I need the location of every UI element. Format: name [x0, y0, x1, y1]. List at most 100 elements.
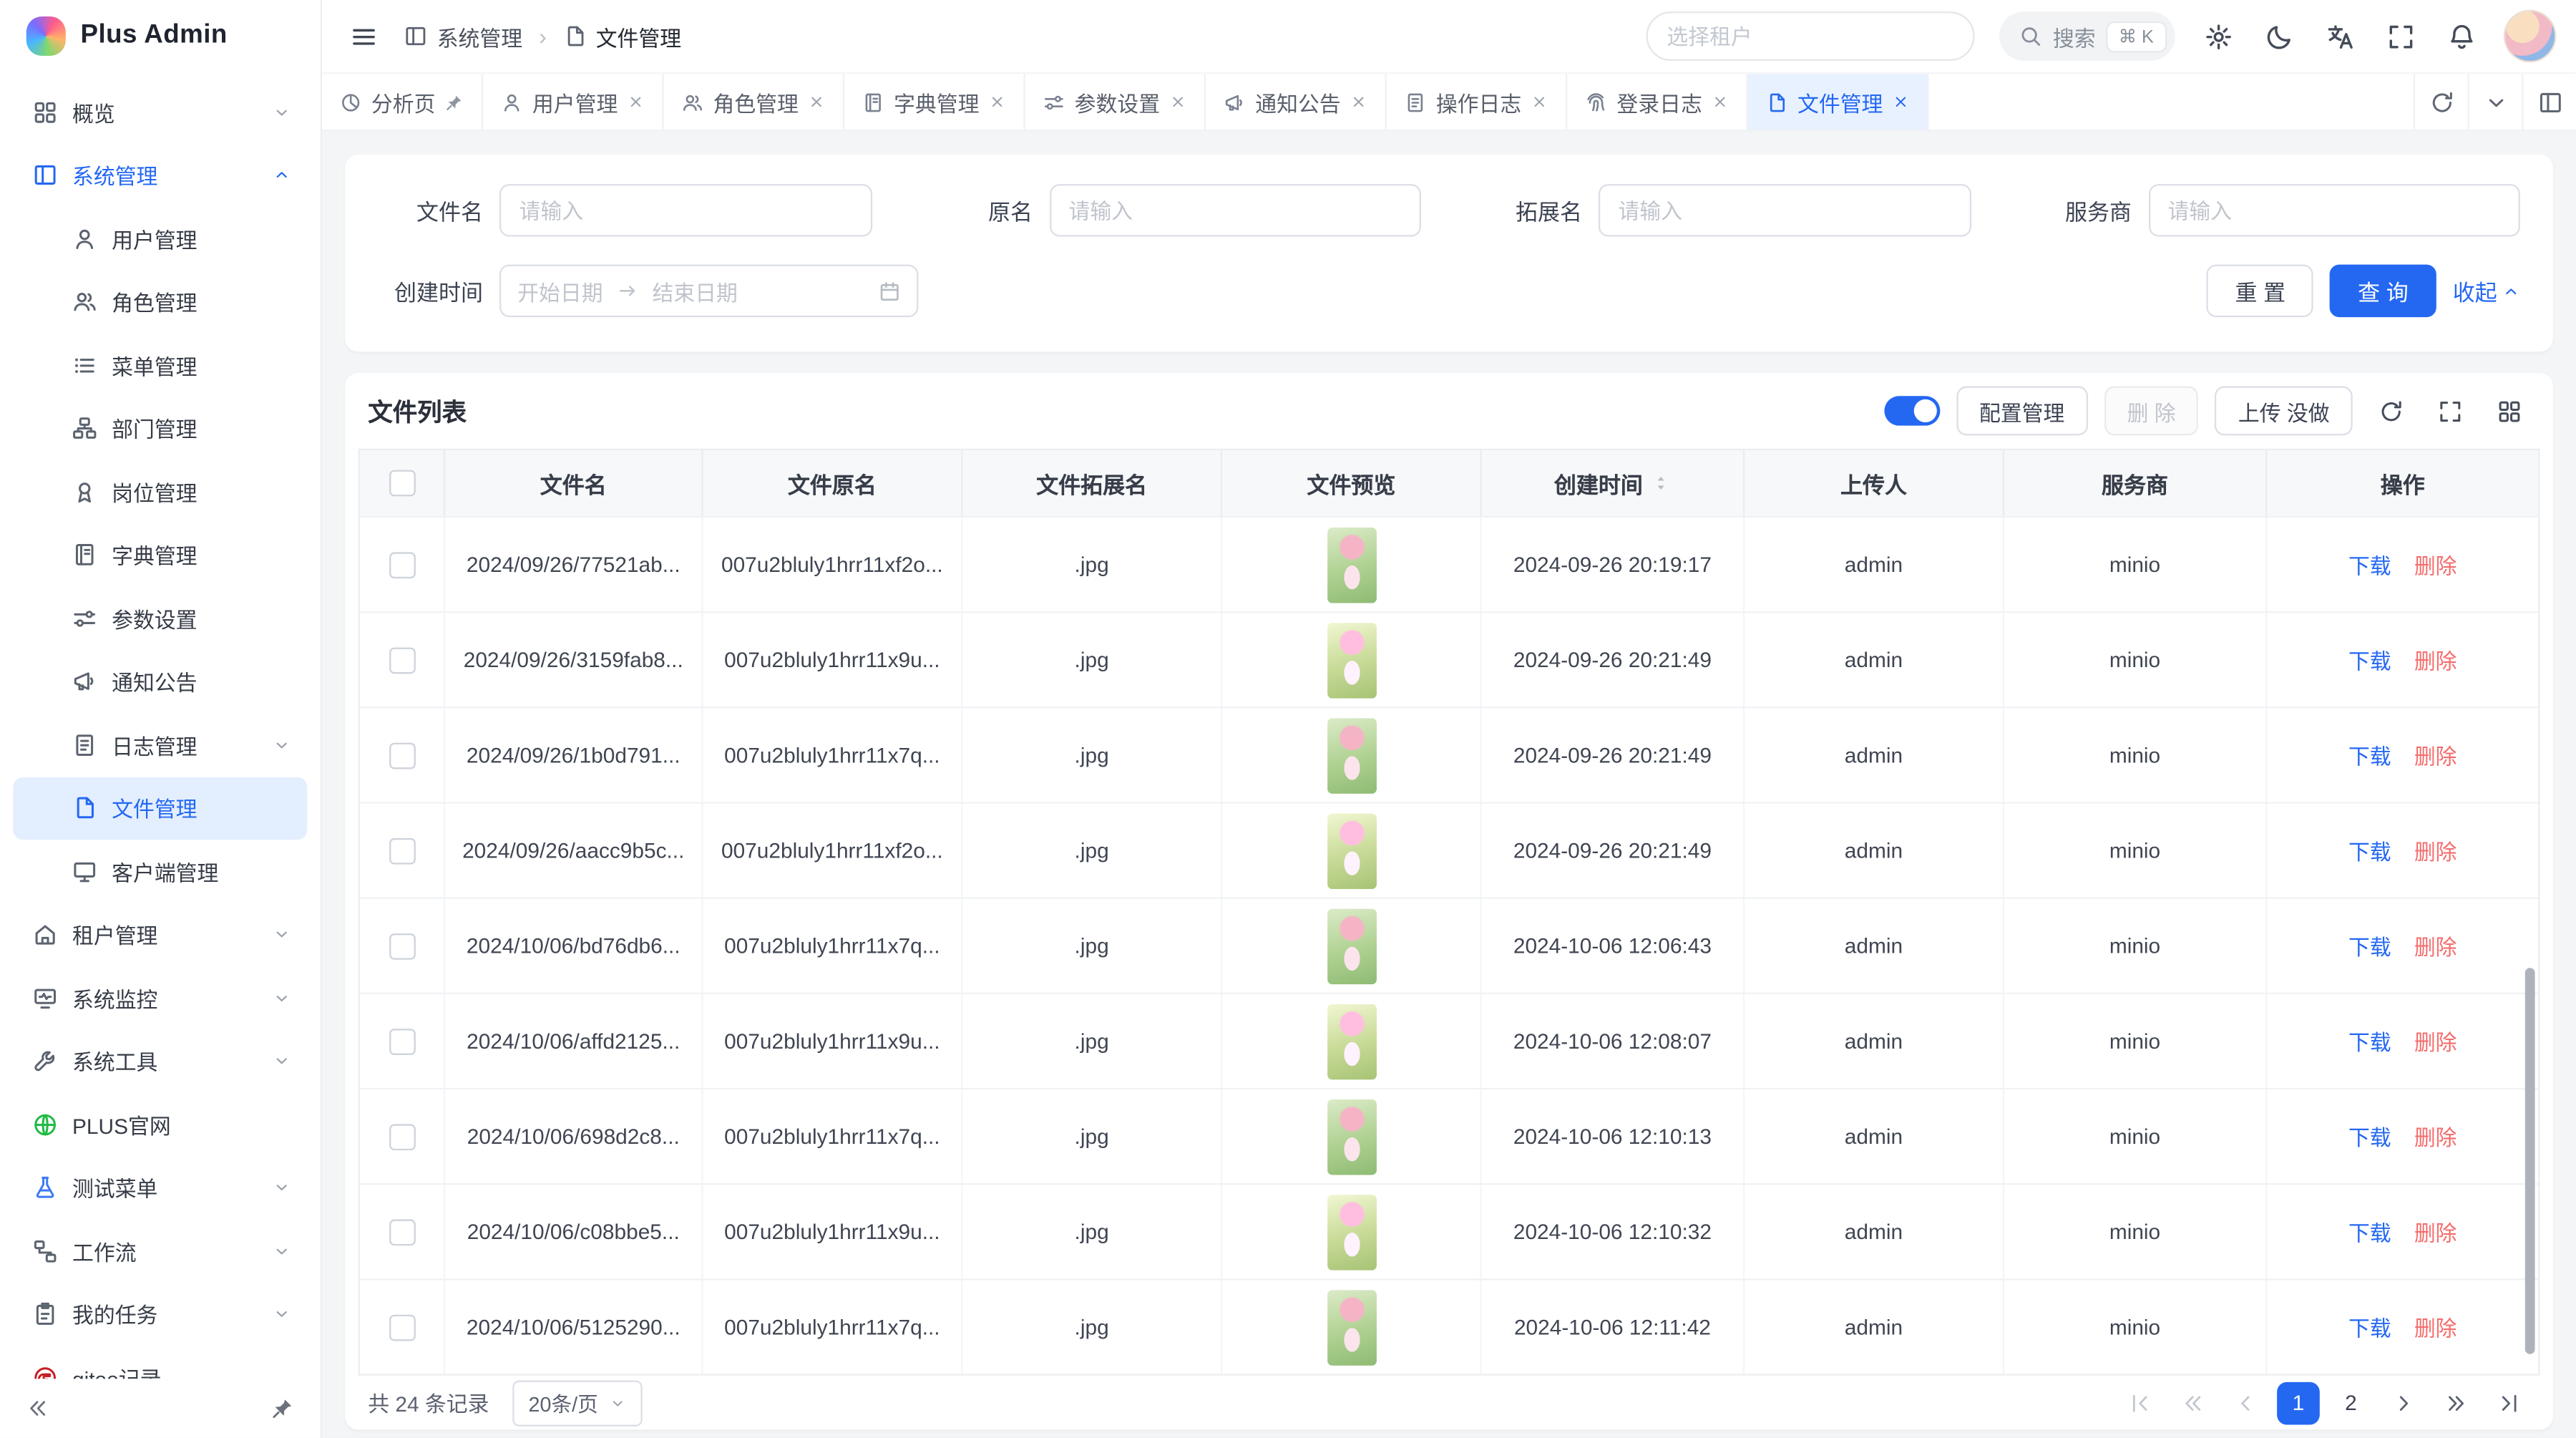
global-search-button[interactable]: 搜索 ⌘ K — [1999, 11, 2175, 61]
pin-sidebar-button[interactable] — [265, 1390, 301, 1427]
column-header[interactable]: 创建时间 — [1482, 450, 1745, 516]
delete-link[interactable]: 删除 — [2414, 835, 2457, 866]
date-range-input[interactable]: 开始日期 结束日期 — [499, 265, 918, 317]
column-header[interactable]: 服务商 — [2004, 450, 2267, 516]
table-fullscreen-button[interactable] — [2428, 389, 2471, 432]
sidebar-item[interactable]: 部门管理 — [13, 397, 307, 460]
prev-pages-button[interactable] — [2172, 1381, 2215, 1424]
app-logo[interactable]: Plus Admin — [0, 0, 321, 72]
next-page-button[interactable] — [2382, 1381, 2425, 1424]
download-link[interactable]: 下载 — [2348, 930, 2391, 961]
tenant-select-input[interactable] — [1646, 11, 1974, 61]
file-preview-thumbnail[interactable] — [1327, 1194, 1376, 1270]
sidebar-item[interactable]: 文件管理 — [13, 777, 307, 840]
refresh-page-button[interactable] — [2414, 74, 2468, 130]
tab-close-icon[interactable] — [1893, 94, 1909, 110]
tab[interactable]: 角色管理 — [664, 74, 845, 130]
tab[interactable]: 参数设置 — [1025, 74, 1206, 130]
sidebar-item[interactable]: 角色管理 — [13, 271, 307, 334]
download-link[interactable]: 下载 — [2348, 835, 2391, 866]
batch-delete-button[interactable]: 删 除 — [2104, 387, 2198, 436]
sidebar-item[interactable]: 工作流 — [13, 1220, 307, 1283]
page-size-select[interactable]: 20条/页 — [512, 1379, 643, 1425]
download-link[interactable]: 下载 — [2348, 1216, 2391, 1248]
delete-link[interactable]: 删除 — [2414, 1026, 2457, 1057]
reset-button[interactable]: 重 置 — [2207, 265, 2313, 317]
row-checkbox[interactable] — [389, 1218, 415, 1245]
language-button[interactable] — [2321, 18, 2358, 54]
tab[interactable]: 字典管理 — [844, 74, 1025, 130]
sidebar-item[interactable]: 客户端管理 — [13, 840, 307, 903]
notifications-button[interactable] — [2443, 18, 2479, 54]
column-header[interactable]: 上传人 — [1745, 450, 2004, 516]
select-all-checkbox[interactable] — [389, 470, 415, 497]
upload-button[interactable]: 上传 没做 — [2215, 387, 2353, 436]
row-checkbox[interactable] — [389, 1314, 415, 1341]
row-checkbox[interactable] — [389, 646, 415, 673]
row-checkbox[interactable] — [389, 742, 415, 769]
next-pages-button[interactable] — [2435, 1381, 2478, 1424]
column-header[interactable]: 文件名 — [445, 450, 703, 516]
column-header[interactable]: 文件原名 — [703, 450, 963, 516]
refresh-table-button[interactable] — [2369, 389, 2412, 432]
file-preview-thumbnail[interactable] — [1327, 622, 1376, 698]
page-number-button[interactable]: 2 — [2330, 1381, 2373, 1424]
tab-close-icon[interactable] — [989, 94, 1005, 110]
sidebar-item[interactable]: 我的任务 — [13, 1283, 307, 1346]
sidebar-item[interactable]: 系统工具 — [13, 1029, 307, 1092]
tab[interactable]: 用户管理 — [483, 74, 664, 130]
config-manage-button[interactable]: 配置管理 — [1956, 387, 2088, 436]
file-preview-thumbnail[interactable] — [1327, 1289, 1376, 1365]
tab-close-icon[interactable] — [1712, 94, 1729, 110]
row-checkbox[interactable] — [389, 1123, 415, 1150]
tab[interactable]: 通知公告 — [1206, 74, 1387, 130]
last-page-button[interactable] — [2487, 1381, 2530, 1424]
tab-close-icon[interactable] — [1170, 94, 1186, 110]
tab-close-icon[interactable] — [1531, 94, 1548, 110]
column-header[interactable]: 文件预览 — [1222, 450, 1482, 516]
sidebar-item[interactable]: 日志管理 — [13, 713, 307, 776]
sidebar-item[interactable]: PLUS官网 — [13, 1093, 307, 1156]
file-preview-thumbnail[interactable] — [1327, 1099, 1376, 1175]
delete-link[interactable]: 删除 — [2414, 1121, 2457, 1152]
filter-input[interactable] — [1049, 184, 1421, 236]
layout-toggle-button[interactable] — [2522, 74, 2576, 130]
sidebar-item[interactable]: 岗位管理 — [13, 460, 307, 523]
sidebar-item[interactable]: 概览 — [13, 80, 307, 143]
hamburger-menu-button[interactable] — [342, 15, 385, 58]
sidebar-item[interactable]: 系统监控 — [13, 966, 307, 1029]
tab-options-button[interactable] — [2467, 74, 2522, 130]
delete-link[interactable]: 删除 — [2414, 930, 2457, 961]
download-link[interactable]: 下载 — [2348, 1311, 2391, 1343]
download-link[interactable]: 下载 — [2348, 739, 2391, 771]
user-avatar[interactable] — [2504, 10, 2556, 62]
row-checkbox[interactable] — [389, 933, 415, 959]
breadcrumb-item[interactable]: 文件管理 — [532, 21, 681, 52]
tab-close-icon[interactable] — [809, 94, 825, 110]
filter-input[interactable] — [1599, 184, 1971, 236]
tab-pin-icon[interactable] — [445, 93, 463, 111]
file-preview-thumbnail[interactable] — [1327, 717, 1376, 793]
sidebar-item[interactable]: 系统管理 — [13, 144, 307, 207]
sidebar-item[interactable]: 测试菜单 — [13, 1156, 307, 1219]
download-link[interactable]: 下载 — [2348, 1121, 2391, 1152]
collapse-filters-link[interactable]: 收起 — [2453, 274, 2520, 307]
tab[interactable]: 文件管理 — [1748, 74, 1929, 130]
file-preview-thumbnail[interactable] — [1327, 527, 1376, 603]
column-header[interactable]: 操作 — [2267, 450, 2538, 516]
row-checkbox[interactable] — [389, 551, 415, 578]
sort-icon[interactable] — [1651, 473, 1671, 493]
sidebar-item[interactable]: 字典管理 — [13, 523, 307, 586]
delete-link[interactable]: 删除 — [2414, 644, 2457, 676]
page-number-button[interactable]: 1 — [2277, 1381, 2320, 1424]
download-link[interactable]: 下载 — [2348, 1026, 2391, 1057]
tab-close-icon[interactable] — [628, 94, 644, 110]
row-checkbox[interactable] — [389, 1028, 415, 1054]
download-link[interactable]: 下载 — [2348, 644, 2391, 676]
breadcrumb-item[interactable]: 系统管理 — [404, 21, 522, 52]
fullscreen-button[interactable] — [2382, 18, 2419, 54]
sidebar-item[interactable]: 参数设置 — [13, 587, 307, 650]
column-settings-button[interactable] — [2487, 389, 2530, 432]
row-checkbox[interactable] — [389, 837, 415, 864]
sidebar-item[interactable]: 菜单管理 — [13, 334, 307, 397]
